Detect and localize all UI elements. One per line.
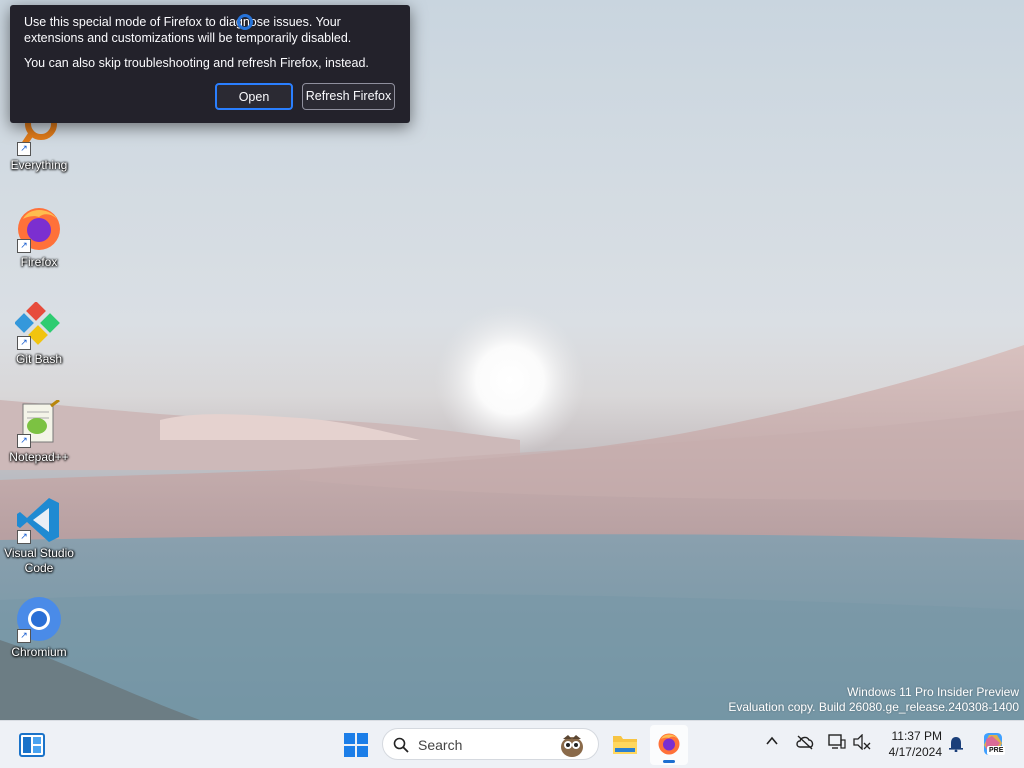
watermark-edition: Windows 11 Pro Insider Preview: [847, 685, 1019, 699]
dialog-message: Use this special mode of Firefox to diag…: [24, 15, 352, 45]
desktop-icon-notepad-plus-plus[interactable]: ↗ Notepad++: [2, 398, 76, 465]
widgets-icon: [19, 733, 45, 757]
desktop-icon-label: Firefox: [20, 255, 58, 269]
taskbar-search-box[interactable]: Search: [382, 728, 599, 760]
dialog-secondary-message: You can also skip troubleshooting and re…: [24, 56, 369, 70]
shortcut-arrow-icon: ↗: [17, 142, 31, 156]
shortcut-arrow-icon: ↗: [17, 530, 31, 544]
shortcut-arrow-icon: ↗: [17, 239, 31, 253]
chevron-up-icon: [766, 736, 778, 745]
windows-watermark: Windows 11 Pro Insider Preview Evaluatio…: [728, 685, 1019, 715]
volume-button[interactable]: [853, 733, 871, 754]
taskbar: Search 11:37 PM 4/17/2024 PRE: [0, 720, 1024, 768]
notepad-plus-plus-icon: ↗: [15, 398, 63, 448]
open-button[interactable]: Open: [215, 83, 293, 110]
desktop-icon-label: Notepad++: [9, 450, 69, 464]
desktop-icon-chromium[interactable]: ↗ Chromium: [2, 595, 76, 660]
desktop-icon-git-bash[interactable]: ↗ Git Bash: [2, 301, 76, 367]
copilot-preview-badge: PRE: [987, 746, 1006, 755]
desktop[interactable]: ↗ Everything ↗ Firefox ↗ Git Bash ↗ Note…: [0, 0, 1024, 720]
windows-logo-icon: [344, 733, 368, 757]
desktop-icon-label: Everything: [10, 158, 68, 172]
firefox-troubleshoot-dialog: Use this special mode of Firefox to diag…: [10, 5, 410, 123]
shortcut-arrow-icon: ↗: [17, 629, 31, 643]
onedrive-status-button[interactable]: [795, 734, 815, 754]
refresh-firefox-button[interactable]: Refresh Firefox: [302, 83, 395, 110]
taskbar-firefox[interactable]: [650, 725, 688, 765]
desktop-icon-label: Visual Studio Code: [4, 546, 74, 575]
copilot-button[interactable]: PRE: [980, 731, 1006, 757]
clock-time: 11:37 PM: [891, 729, 942, 743]
volume-muted-icon: [853, 733, 871, 751]
folder-icon: [613, 736, 637, 754]
busy-cursor-icon: [237, 14, 253, 30]
chromium-icon: ↗: [15, 595, 63, 643]
taskbar-file-explorer[interactable]: [612, 732, 638, 760]
search-placeholder: Search: [418, 737, 463, 753]
cloud-offline-icon: [796, 735, 814, 750]
firefox-taskbar-icon: [658, 733, 680, 755]
notifications-button[interactable]: [949, 736, 963, 756]
network-button[interactable]: [828, 734, 846, 754]
bell-icon: [949, 737, 963, 753]
watermark-build: Evaluation copy. Build 26080.ge_release.…: [728, 700, 1019, 714]
desktop-icon-label: Chromium: [11, 645, 67, 659]
clock-date: 4/17/2024: [888, 745, 942, 759]
search-icon: [393, 737, 409, 753]
search-highlight-icon: [561, 735, 583, 757]
display-network-icon: [828, 734, 846, 749]
show-hidden-icons-button[interactable]: [766, 735, 778, 751]
vscode-icon: ↗: [15, 496, 63, 544]
desktop-icon-vscode[interactable]: ↗ Visual Studio Code: [2, 496, 76, 576]
shortcut-arrow-icon: ↗: [17, 336, 31, 350]
firefox-icon: ↗: [15, 205, 63, 253]
start-button[interactable]: [344, 733, 368, 761]
desktop-icon-firefox[interactable]: ↗ Firefox: [2, 205, 76, 270]
git-bash-icon: ↗: [14, 301, 63, 350]
active-app-indicator: [663, 760, 675, 763]
desktop-icon-label: Git Bash: [15, 352, 63, 366]
widgets-button[interactable]: [19, 733, 45, 761]
shortcut-arrow-icon: ↗: [17, 434, 31, 448]
taskbar-clock[interactable]: 11:37 PM 4/17/2024: [889, 728, 942, 760]
